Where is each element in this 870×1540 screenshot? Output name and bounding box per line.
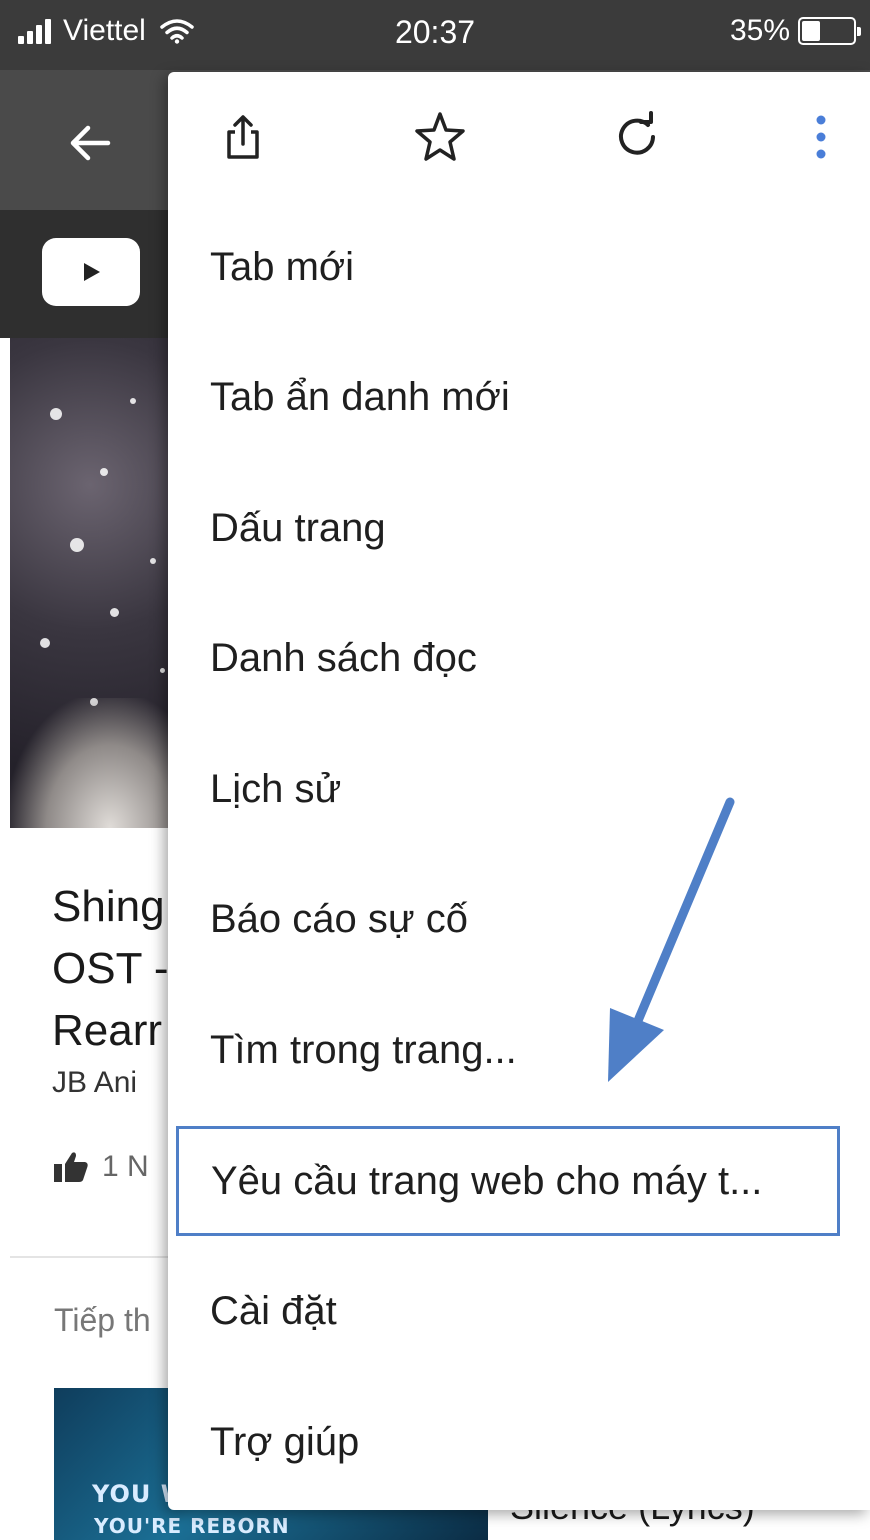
- like-button[interactable]: 1 N: [52, 1150, 149, 1184]
- menu-toolbar: [168, 72, 870, 202]
- arrow-left-icon[interactable]: [62, 115, 118, 171]
- battery-icon: [798, 17, 861, 45]
- menu-item-request-desktop-site[interactable]: Yêu cầu trang web cho máy t...: [176, 1126, 840, 1236]
- menu-item-help[interactable]: Trợ giúp: [168, 1387, 870, 1497]
- battery-status: 35%: [729, 14, 861, 48]
- share-icon[interactable]: [214, 108, 272, 166]
- menu-item-find-in-page[interactable]: Tìm trong trang...: [168, 995, 870, 1105]
- reload-icon[interactable]: [608, 108, 666, 166]
- youtube-play-icon[interactable]: [42, 238, 140, 306]
- up-next-label: Tiếp th: [54, 1302, 151, 1338]
- star-icon[interactable]: [411, 108, 469, 166]
- thumb-text-2: YOU'RE REBORN: [94, 1514, 290, 1538]
- like-count: 1 N: [102, 1150, 149, 1183]
- menu-item-new-incognito-tab[interactable]: Tab ẩn danh mới: [168, 342, 870, 452]
- menu-item-history[interactable]: Lịch sử: [168, 734, 870, 844]
- overflow-menu: Tab mới Tab ẩn danh mới Dấu trang Danh s…: [168, 72, 870, 1510]
- menu-item-new-tab[interactable]: Tab mới: [168, 212, 870, 322]
- menu-item-report-issue[interactable]: Báo cáo sự cố: [168, 864, 870, 974]
- more-vertical-icon[interactable]: [792, 108, 850, 166]
- menu-item-settings[interactable]: Cài đặt: [168, 1256, 870, 1366]
- menu-item-bookmarks[interactable]: Dấu trang: [168, 473, 870, 583]
- battery-percent: 35%: [729, 14, 790, 47]
- status-bar: Viettel 20:37 35%: [0, 0, 870, 70]
- thumbs-up-icon: [54, 1152, 88, 1182]
- menu-item-reading-list[interactable]: Danh sách đọc: [168, 603, 870, 713]
- channel-name[interactable]: JB Ani: [52, 1066, 137, 1100]
